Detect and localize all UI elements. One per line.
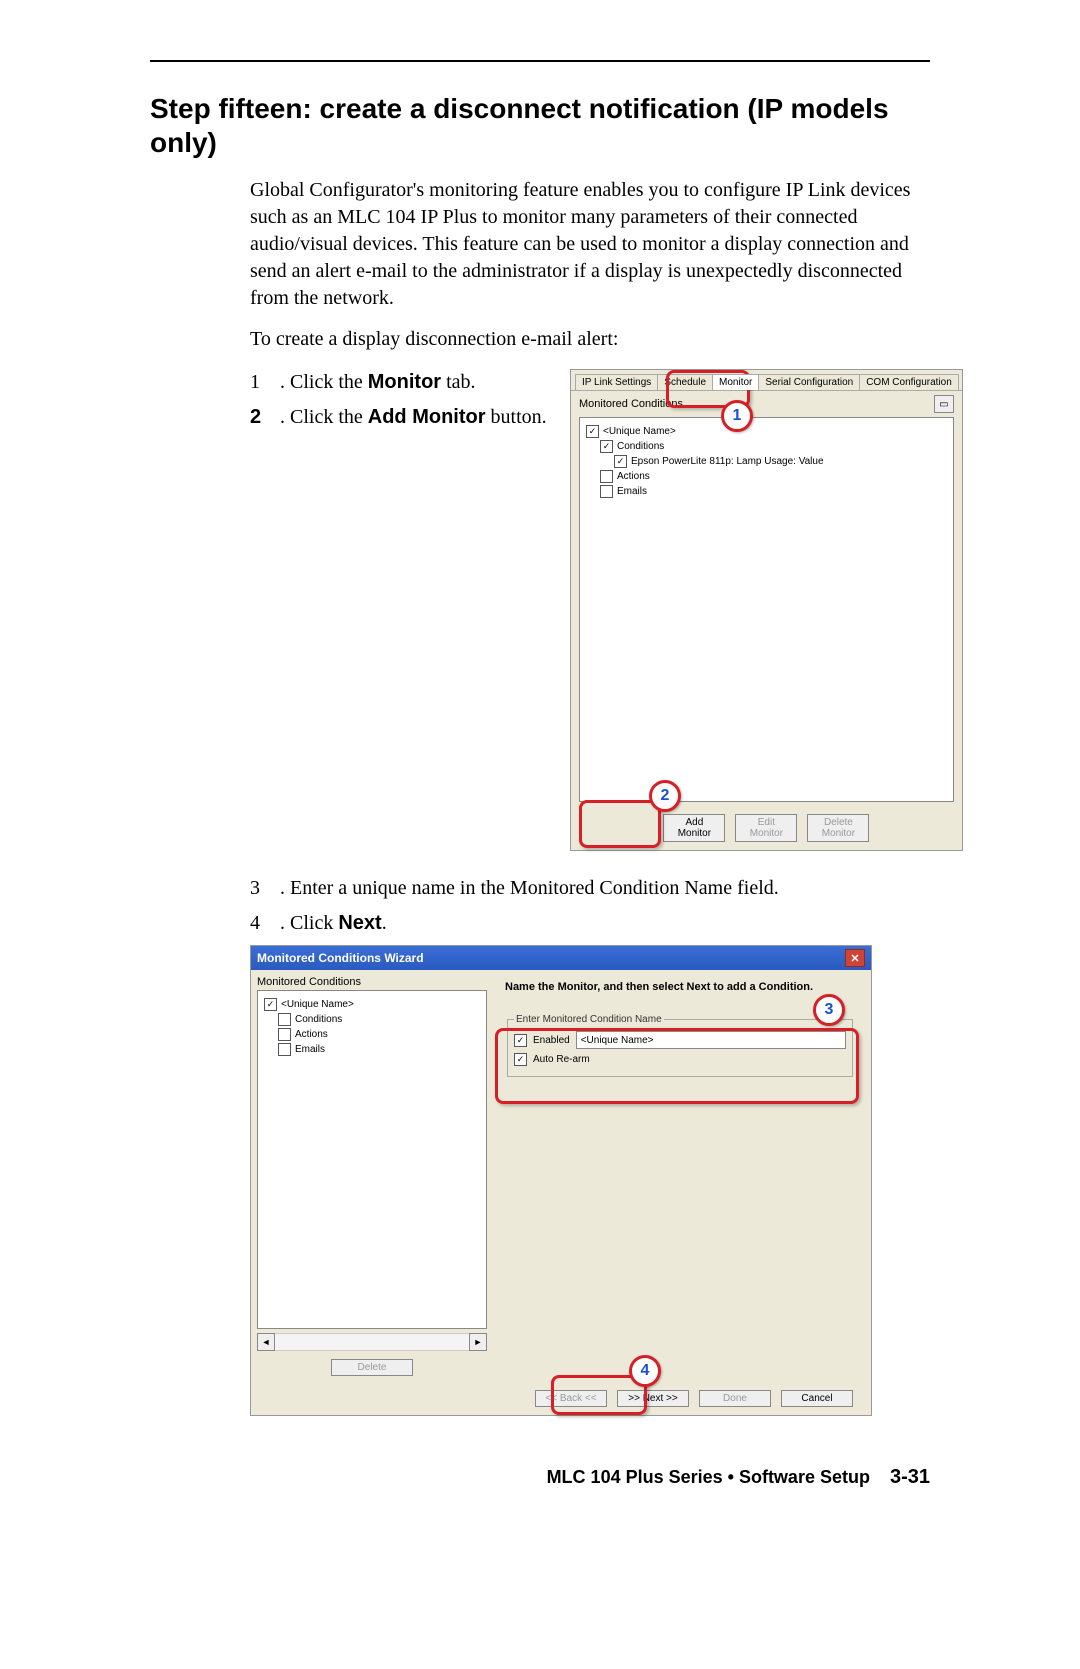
enabled-label: Enabled bbox=[533, 1035, 570, 1046]
steps-1-2: 1 . Click the Monitor tab. 2 . Click the… bbox=[250, 369, 550, 851]
step-4-text-a: . Click bbox=[280, 912, 338, 934]
screenshot-wizard: Monitored Conditions Wizard ✕ Monitored … bbox=[250, 945, 872, 1416]
monitored-conditions-label: Monitored Conditions bbox=[579, 398, 683, 410]
autorearm-label: Auto Re-arm bbox=[533, 1054, 590, 1065]
checkbox-icon[interactable] bbox=[600, 470, 613, 483]
callout-badge-4: 4 bbox=[629, 1355, 661, 1387]
conditions-tree[interactable]: <Unique Name> Conditions Epson PowerLite… bbox=[579, 417, 954, 802]
step-2: 2 . Click the Add Monitor button. bbox=[250, 404, 550, 431]
tab-com-configuration[interactable]: COM Configuration bbox=[859, 374, 959, 390]
wiz-tree-actions: Actions bbox=[295, 1027, 328, 1042]
step-heading: Step fifteen: create a disconnect notifi… bbox=[150, 92, 930, 159]
step-2-number: 2 bbox=[250, 404, 272, 431]
checkbox-icon[interactable] bbox=[586, 425, 599, 438]
checkbox-icon[interactable] bbox=[278, 1013, 291, 1026]
wiz-tree-emails: Emails bbox=[295, 1042, 325, 1057]
tab-schedule[interactable]: Schedule bbox=[657, 374, 713, 390]
manual-page: Step fifteen: create a disconnect notifi… bbox=[0, 0, 1080, 1529]
callout-badge-2: 2 bbox=[649, 780, 681, 812]
tree-conditions: Conditions bbox=[617, 439, 664, 454]
tree-actions: Actions bbox=[617, 469, 650, 484]
step-1: 1 . Click the Monitor tab. bbox=[250, 369, 550, 396]
back-button: << Back << bbox=[535, 1390, 607, 1407]
tree-unique-name: <Unique Name> bbox=[603, 424, 676, 439]
fieldset-legend: Enter Monitored Condition Name bbox=[514, 1014, 664, 1025]
enabled-checkbox[interactable] bbox=[514, 1034, 527, 1047]
add-monitor-button[interactable]: Add Monitor bbox=[663, 814, 725, 842]
scroll-right-icon[interactable]: ► bbox=[469, 1333, 487, 1351]
wizard-tree[interactable]: <Unique Name> Conditions Actions Emails bbox=[257, 990, 487, 1329]
wizard-title: Monitored Conditions Wizard bbox=[257, 951, 424, 965]
condition-name-input[interactable]: <Unique Name> bbox=[576, 1031, 846, 1049]
next-button[interactable]: >> Next >> bbox=[617, 1390, 689, 1407]
top-rule bbox=[150, 60, 930, 62]
monitor-button-row: Add Monitor Edit Monitor Delete Monitor bbox=[571, 806, 962, 850]
autorearm-checkbox[interactable] bbox=[514, 1053, 527, 1066]
wizard-delete-button: Delete bbox=[331, 1359, 413, 1376]
checkbox-icon[interactable] bbox=[600, 440, 613, 453]
step-3-text: . Enter a unique name in the Monitored C… bbox=[280, 875, 779, 902]
delete-monitor-button: Delete Monitor bbox=[807, 814, 869, 842]
tab-monitor[interactable]: Monitor bbox=[712, 374, 759, 390]
checkbox-icon[interactable] bbox=[278, 1043, 291, 1056]
done-button: Done bbox=[699, 1390, 771, 1407]
step-3-number: 3 bbox=[250, 875, 272, 902]
checkbox-icon[interactable] bbox=[614, 455, 627, 468]
intro-paragraph-2: To create a display disconnection e-mail… bbox=[250, 326, 930, 353]
callout-badge-1: 1 bbox=[721, 400, 753, 432]
wiz-tree-unique-name: <Unique Name> bbox=[281, 997, 354, 1012]
step-4: 4 . Click Next. bbox=[250, 910, 930, 937]
page-footer: MLC 104 Plus Series • Software Setup 3-3… bbox=[150, 1466, 930, 1489]
wizard-button-row: << Back << >> Next >> Done Cancel 4 bbox=[251, 1382, 871, 1415]
tree-condition-item: Epson PowerLite 811p: Lamp Usage: Value bbox=[631, 454, 824, 469]
cancel-button[interactable]: Cancel bbox=[781, 1390, 853, 1407]
panel-toggle-button[interactable]: ▭ bbox=[934, 395, 954, 413]
scroll-track[interactable] bbox=[275, 1333, 469, 1351]
step-2-text-a: . Click the bbox=[280, 406, 368, 428]
horizontal-scrollbar[interactable]: ◄ ► bbox=[257, 1333, 487, 1351]
callout-badge-3: 3 bbox=[813, 994, 845, 1026]
tree-emails: Emails bbox=[617, 484, 647, 499]
intro-block: Global Configurator's monitoring feature… bbox=[250, 177, 930, 353]
step-4-number: 4 bbox=[250, 910, 272, 937]
step-2-bold: Add Monitor bbox=[368, 406, 486, 428]
checkbox-icon[interactable] bbox=[600, 485, 613, 498]
tab-ip-link-settings[interactable]: IP Link Settings bbox=[575, 374, 658, 390]
step-1-bold: Monitor bbox=[368, 371, 441, 393]
scroll-left-icon[interactable]: ◄ bbox=[257, 1333, 275, 1351]
edit-monitor-button: Edit Monitor bbox=[735, 814, 797, 842]
footer-page-number: 3-31 bbox=[890, 1466, 930, 1489]
step-3: 3 . Enter a unique name in the Monitored… bbox=[250, 875, 930, 902]
wiz-tree-conditions: Conditions bbox=[295, 1012, 342, 1027]
wizard-left-label: Monitored Conditions bbox=[257, 976, 487, 988]
footer-title: MLC 104 Plus Series • Software Setup bbox=[547, 1467, 870, 1488]
tab-serial-configuration[interactable]: Serial Configuration bbox=[758, 374, 860, 390]
step-4-bold: Next bbox=[338, 912, 381, 934]
checkbox-icon[interactable] bbox=[264, 998, 277, 1011]
step-4-text-c: . bbox=[382, 912, 387, 934]
step-2-text-c: button. bbox=[486, 406, 547, 428]
step-1-number: 1 bbox=[250, 369, 272, 396]
close-icon[interactable]: ✕ bbox=[845, 949, 865, 967]
intro-paragraph-1: Global Configurator's monitoring feature… bbox=[250, 177, 930, 312]
wizard-titlebar: Monitored Conditions Wizard ✕ bbox=[251, 946, 871, 970]
name-fieldset: Enter Monitored Condition Name Enabled <… bbox=[507, 1014, 853, 1077]
screenshot-monitor-tab: IP Link Settings Schedule Monitor Serial… bbox=[570, 369, 963, 851]
checkbox-icon[interactable] bbox=[278, 1028, 291, 1041]
tab-bar: IP Link Settings Schedule Monitor Serial… bbox=[571, 370, 962, 391]
steps-3-4: 3 . Enter a unique name in the Monitored… bbox=[250, 875, 930, 937]
step-1-text-a: . Click the bbox=[280, 371, 368, 393]
step-1-text-c: tab. bbox=[441, 371, 475, 393]
wizard-instruction: Name the Monitor, and then select Next t… bbox=[505, 980, 855, 994]
